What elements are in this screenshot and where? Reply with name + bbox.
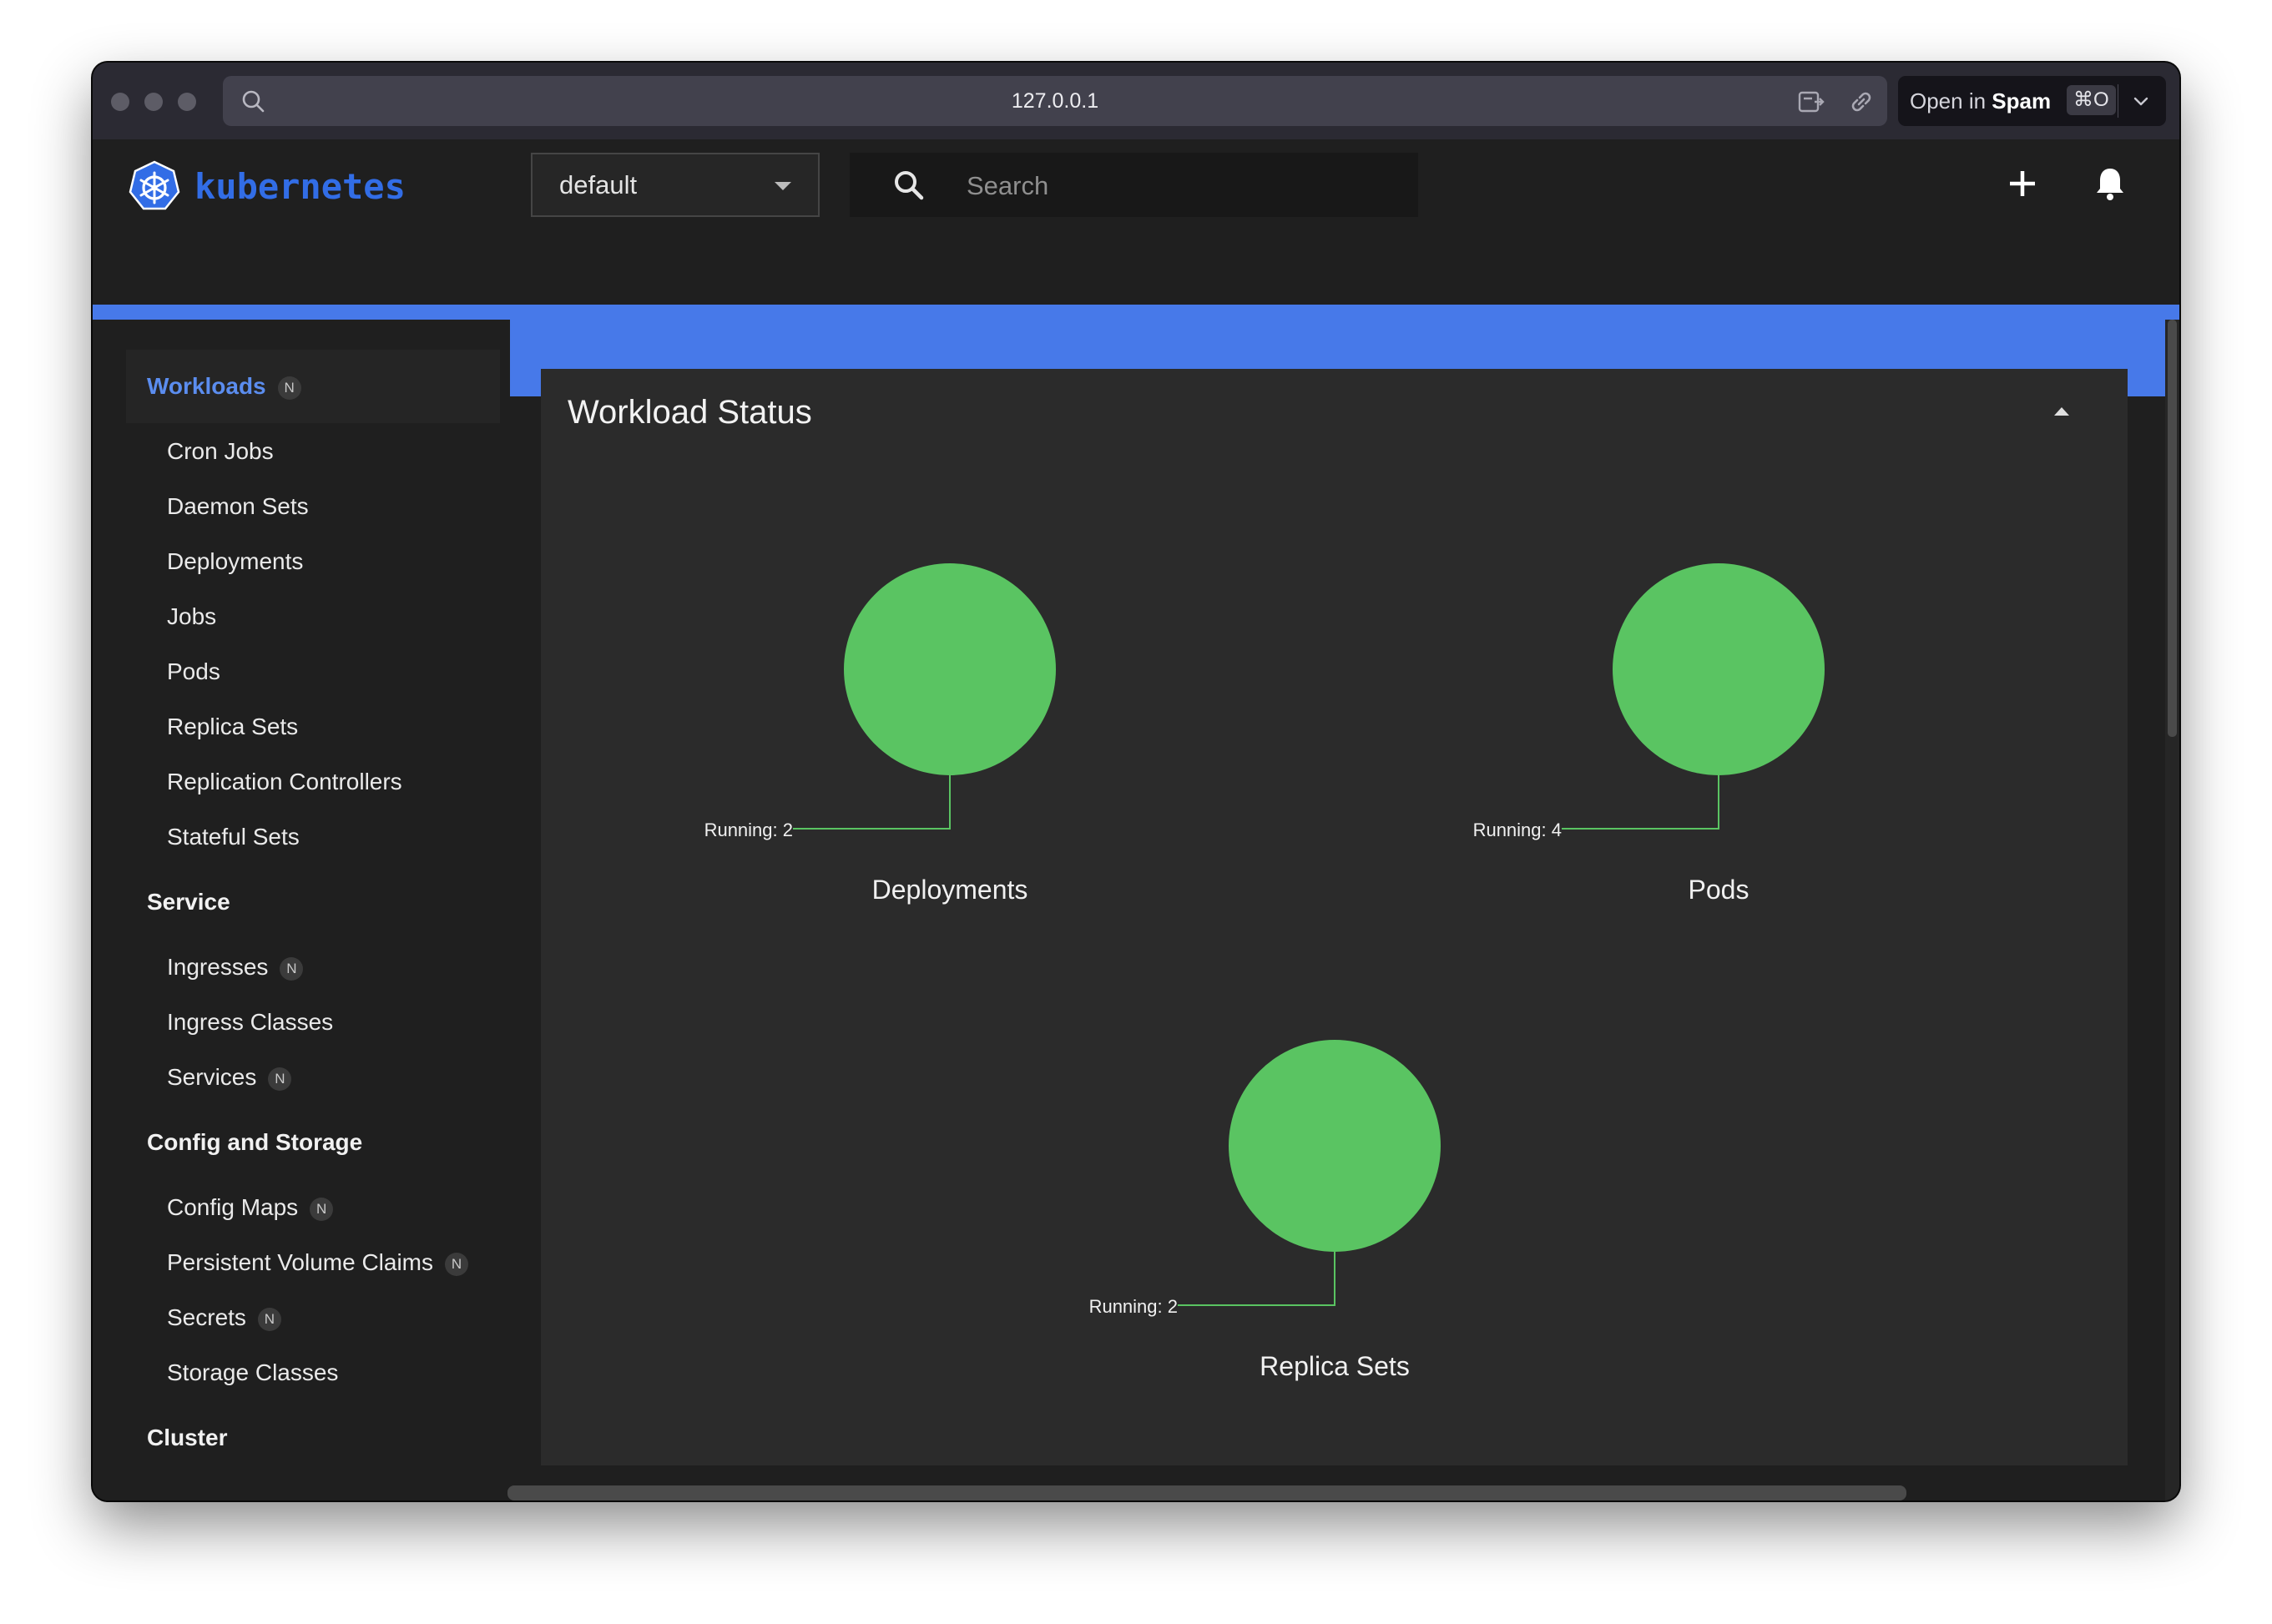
pie-slice-label: Running: 4 xyxy=(1473,820,1562,840)
window-minimize-button[interactable] xyxy=(144,93,163,111)
sidebar-section-cluster[interactable]: Cluster xyxy=(147,1420,227,1456)
reader-view-icon[interactable] xyxy=(1797,88,1825,116)
shortcut-badge: ⌘O xyxy=(2067,85,2116,115)
kubernetes-logo-icon xyxy=(129,160,180,210)
horizontal-scrollbar[interactable] xyxy=(507,1485,1906,1500)
open-in-app-name: Spam xyxy=(1992,88,2052,113)
sidebar-section-workloads[interactable]: Workloads N xyxy=(147,368,301,405)
browser-window: 127.0.0.1 Open in Spam ⌘O kubernetes def… xyxy=(93,63,2179,1500)
pods-chart: Running: 4 Pods xyxy=(1468,561,1969,911)
pie-slice-running[interactable] xyxy=(844,563,1056,775)
label-leader-line xyxy=(793,775,951,830)
pie-slice-running[interactable] xyxy=(1229,1040,1441,1252)
sidebar-item-replication-controllers[interactable]: Replication Controllers xyxy=(167,764,402,800)
collapse-arrow-icon[interactable] xyxy=(2054,407,2069,416)
pie-chart-svg: Running: 2 xyxy=(1089,1040,1441,1317)
sidebar-item-persistent-volume-claims[interactable]: Persistent Volume Claims N xyxy=(167,1244,469,1281)
sidebar-section-config-and-storage[interactable]: Config and Storage xyxy=(147,1124,362,1161)
sidebar-item-storage-classes[interactable]: Storage Classes xyxy=(167,1354,338,1391)
deployments-chart: Running: 2 Deployments xyxy=(699,561,1200,911)
namespace-value: default xyxy=(559,170,638,199)
add-icon[interactable] xyxy=(2002,164,2042,204)
pie-chart-svg: Running: 4 xyxy=(1473,563,1825,840)
label-leader-line xyxy=(1178,1252,1335,1306)
chart-title: Deployments xyxy=(871,875,1028,905)
namespaced-badge: N xyxy=(277,376,301,400)
sidebar-item-config-maps[interactable]: Config Maps N xyxy=(167,1189,334,1226)
browser-toolbar: 127.0.0.1 Open in Spam ⌘O xyxy=(93,63,2179,139)
sidebar-item-stateful-sets[interactable]: Stateful Sets xyxy=(167,819,300,855)
open-in-app-button[interactable]: Open in Spam ⌘O xyxy=(1898,76,2166,126)
pie-slice-label: Running: 2 xyxy=(1089,1296,1178,1317)
open-in-label: Open in xyxy=(1910,88,1992,113)
pie-slice-running[interactable] xyxy=(1613,563,1825,775)
address-bar[interactable]: 127.0.0.1 xyxy=(223,76,1887,126)
search-box xyxy=(850,153,1418,219)
sidebar-item-pods[interactable]: Pods xyxy=(167,653,220,690)
sidebar-item-cron-jobs[interactable]: Cron Jobs xyxy=(167,433,274,470)
namespaced-badge: N xyxy=(268,1067,292,1091)
replica-sets-chart: Running: 2 Replica Sets xyxy=(1084,1037,1585,1388)
sidebar-item-jobs[interactable]: Jobs xyxy=(167,598,216,635)
sidebar-item-replica-sets[interactable]: Replica Sets xyxy=(167,709,298,745)
vertical-scrollbar[interactable] xyxy=(2168,320,2177,737)
url-text: 127.0.0.1 xyxy=(1011,89,1099,113)
label-leader-line xyxy=(1562,775,1719,830)
namespaced-badge: N xyxy=(257,1307,281,1331)
chart-title: Pods xyxy=(1688,875,1749,905)
workload-status-card: Workload Status Running: 2 Deployments R… xyxy=(541,369,2128,1465)
namespaced-badge: N xyxy=(445,1252,469,1276)
sidebar-item-deployments[interactable]: Deployments xyxy=(167,543,303,580)
namespaced-badge: N xyxy=(280,956,304,981)
sidebar-nav: Workloads N Cron Jobs Daemon Sets Deploym… xyxy=(93,320,510,1500)
sidebar-item-services[interactable]: Services N xyxy=(167,1059,292,1096)
window-zoom-button[interactable] xyxy=(178,93,196,111)
namespaced-badge: N xyxy=(310,1197,334,1221)
dropdown-caret-icon xyxy=(775,182,791,190)
card-title: Workload Status xyxy=(568,394,812,431)
brand-name: kubernetes xyxy=(194,166,406,207)
app-toolbar: kubernetes default Workloa xyxy=(93,139,2179,396)
chevron-down-icon[interactable] xyxy=(2128,88,2153,113)
sidebar-section-service[interactable]: Service xyxy=(147,884,230,920)
sidebar-item-ingresses[interactable]: Ingresses N xyxy=(167,949,304,986)
search-icon xyxy=(895,171,924,200)
pie-slice-label: Running: 2 xyxy=(704,820,793,840)
link-icon[interactable] xyxy=(1847,88,1876,116)
sidebar-item-daemon-sets[interactable]: Daemon Sets xyxy=(167,488,309,525)
window-close-button[interactable] xyxy=(111,93,129,111)
pie-chart-svg: Running: 2 xyxy=(704,563,1056,840)
bell-icon[interactable] xyxy=(2090,164,2130,204)
search-input[interactable] xyxy=(965,153,1402,219)
sidebar-item-secrets[interactable]: Secrets N xyxy=(167,1299,281,1336)
namespace-select[interactable]: default xyxy=(531,153,820,217)
sidebar-item-ingress-classes[interactable]: Ingress Classes xyxy=(167,1004,333,1041)
chart-title: Replica Sets xyxy=(1260,1351,1410,1381)
